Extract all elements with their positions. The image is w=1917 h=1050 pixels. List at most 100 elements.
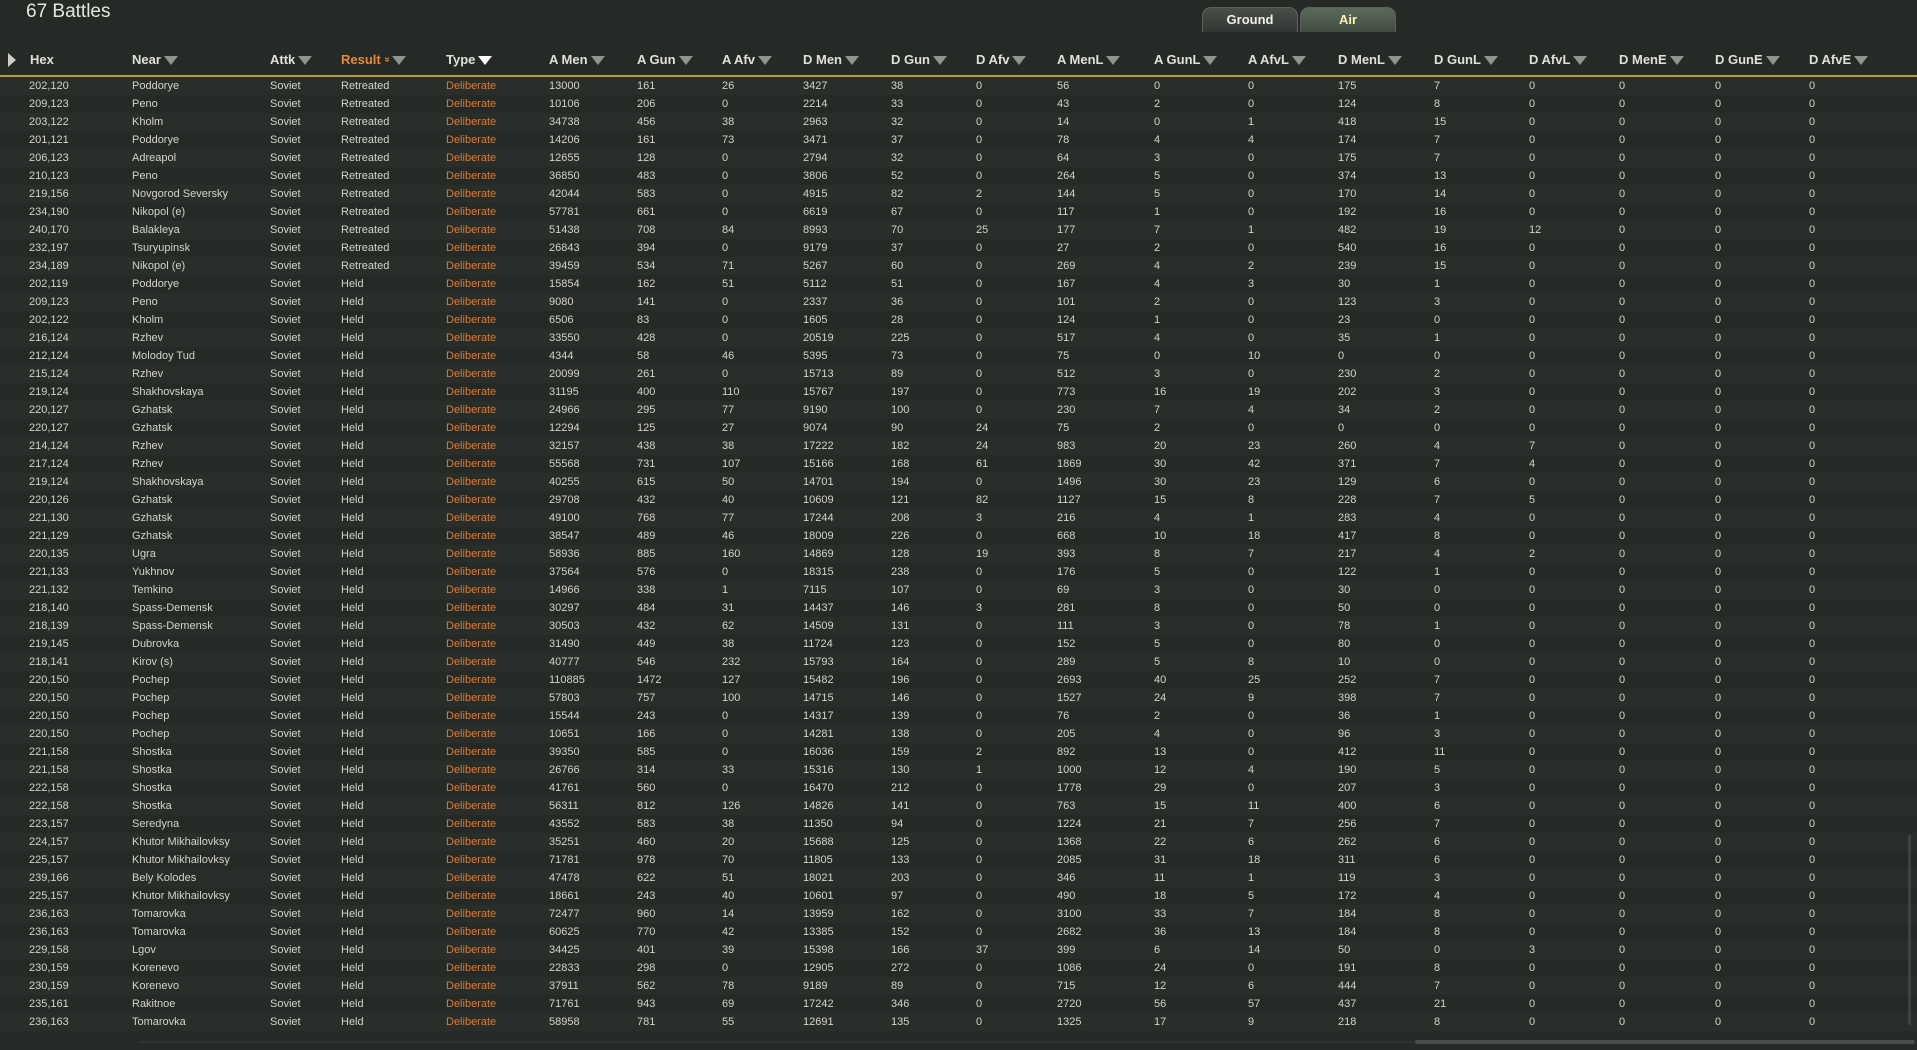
filter-icon[interactable] (1483, 56, 1498, 65)
table-row[interactable]: 222,158 Shostka Soviet Held Deliberate 56311 8… (0, 797, 1917, 815)
column-header-aafvl[interactable]: A AfvL (1248, 52, 1306, 67)
table-row[interactable]: 221,133 Yukhnov Soviet Held Deliberate 37564 5… (0, 563, 1917, 581)
table-row[interactable]: 219,124 Shakhovskaya Soviet Held Deliberate 3… (0, 383, 1917, 401)
column-header-type[interactable]: Type (446, 52, 493, 67)
column-header-dafvl[interactable]: D AfvL (1529, 52, 1588, 67)
table-row[interactable]: 220,127 Gzhatsk Soviet Held Deliberate 12294 1… (0, 419, 1917, 437)
table-row[interactable]: 221,158 Shostka Soviet Held Deliberate 26766 3… (0, 761, 1917, 779)
tab-ground[interactable]: Ground (1202, 7, 1298, 32)
table-row[interactable]: 216,124 Rzhev Soviet Held Deliberate 33550 428… (0, 329, 1917, 347)
column-header-dmene[interactable]: D MenE (1619, 52, 1684, 67)
table-row[interactable]: 220,150 Pochep Soviet Held Deliberate 110885 1… (0, 671, 1917, 689)
table-row[interactable]: 214,124 Rzhev Soviet Held Deliberate 32157 438… (0, 437, 1917, 455)
table-row[interactable]: 209,123 Peno Soviet Retreated Deliberate 1010… (0, 95, 1917, 113)
column-header-hex[interactable]: Hex (30, 52, 54, 67)
filter-icon[interactable] (1106, 56, 1121, 65)
filter-icon[interactable] (1387, 56, 1402, 65)
column-header-agun[interactable]: A Gun (637, 52, 693, 67)
table-row[interactable]: 235,161 Rakitnoe Soviet Held Deliberate 71761… (0, 995, 1917, 1013)
column-header-dgunl[interactable]: D GunL (1434, 52, 1498, 67)
table-row[interactable]: 221,129 Gzhatsk Soviet Held Deliberate 38547 4… (0, 527, 1917, 545)
filter-icon[interactable] (678, 56, 693, 65)
table-row[interactable]: 219,145 Dubrovka Soviet Held Deliberate 31490… (0, 635, 1917, 653)
column-header-dmen[interactable]: D Men (803, 52, 859, 67)
table-row[interactable]: 218,140 Spass-Demensk Soviet Held Deliberate… (0, 599, 1917, 617)
column-header-dmenl[interactable]: D MenL (1338, 52, 1402, 67)
table-row[interactable]: 220,127 Gzhatsk Soviet Held Deliberate 24966 2… (0, 401, 1917, 419)
table-row[interactable]: 240,170 Balakleya Soviet Retreated Deliberat… (0, 221, 1917, 239)
filter-icon[interactable] (1203, 56, 1218, 65)
tab-air[interactable]: Air (1300, 7, 1396, 32)
table-row[interactable]: 221,132 Temkino Soviet Held Deliberate 14966 3… (0, 581, 1917, 599)
table-row[interactable]: 221,130 Gzhatsk Soviet Held Deliberate 49100 7… (0, 509, 1917, 527)
table-row[interactable]: 239,166 Bely Kolodes Soviet Held Deliberate 4… (0, 869, 1917, 887)
table-row[interactable]: 220,150 Pochep Soviet Held Deliberate 10651 16… (0, 725, 1917, 743)
table-row[interactable]: 230,159 Korenevo Soviet Held Deliberate 37911… (0, 977, 1917, 995)
filter-icon[interactable] (757, 56, 772, 65)
table-row[interactable]: 221,158 Shostka Soviet Held Deliberate 39350 5… (0, 743, 1917, 761)
column-header-amen[interactable]: A Men (549, 52, 605, 67)
table-row[interactable]: 225,157 Khutor Mikhailovksy Soviet Held Deli… (0, 851, 1917, 869)
horizontal-scrollbar-thumb[interactable] (1415, 1040, 1915, 1044)
filter-icon[interactable] (392, 56, 407, 65)
table-row[interactable]: 230,159 Korenevo Soviet Held Deliberate 22833… (0, 959, 1917, 977)
table-row[interactable]: 236,163 Tomarovka Soviet Held Deliberate 7247… (0, 905, 1917, 923)
cell-agunl: 16 (1154, 386, 1167, 398)
column-header-dgune[interactable]: D GunE (1715, 52, 1780, 67)
table-row[interactable]: 234,189 Nikopol (e) Soviet Retreated Deliber… (0, 257, 1917, 275)
filter-icon[interactable] (1669, 56, 1684, 65)
table-row[interactable]: 222,158 Shostka Soviet Held Deliberate 41761 5… (0, 779, 1917, 797)
column-header-amenl[interactable]: A MenL (1057, 52, 1121, 67)
filter-icon[interactable] (1765, 56, 1780, 65)
column-header-result[interactable]: Result» (341, 52, 407, 67)
filter-icon[interactable] (845, 56, 859, 65)
table-row[interactable]: 220,126 Gzhatsk Soviet Held Deliberate 29708 4… (0, 491, 1917, 509)
table-row[interactable]: 220,150 Pochep Soviet Held Deliberate 57803 75… (0, 689, 1917, 707)
table-row[interactable]: 225,157 Khutor Mikhailovksy Soviet Held Deli… (0, 887, 1917, 905)
column-header-dgun[interactable]: D Gun (891, 52, 947, 67)
filter-icon[interactable] (1012, 56, 1027, 65)
table-row[interactable]: 201,121 Poddorye Soviet Retreated Deliberate… (0, 131, 1917, 149)
table-row[interactable]: 223,157 Seredyna Soviet Held Deliberate 43552… (0, 815, 1917, 833)
table-row[interactable]: 220,150 Pochep Soviet Held Deliberate 15544 24… (0, 707, 1917, 725)
table-row[interactable]: 202,119 Poddorye Soviet Held Deliberate 15854… (0, 275, 1917, 293)
table-row[interactable]: 218,139 Spass-Demensk Soviet Held Deliberate… (0, 617, 1917, 635)
filter-icon[interactable] (590, 56, 605, 65)
table-row[interactable]: 229,158 Lgov Soviet Held Deliberate 34425 401 3… (0, 941, 1917, 959)
table-row[interactable]: 219,124 Shakhovskaya Soviet Held Deliberate 4… (0, 473, 1917, 491)
sort-desc-icon[interactable]: » (381, 57, 392, 63)
column-header-dafv[interactable]: D Afv (976, 52, 1027, 67)
table-row[interactable]: 236,163 Tomarovka Soviet Held Deliberate 6062… (0, 923, 1917, 941)
column-header-attk[interactable]: Attk (270, 52, 313, 67)
table-row[interactable]: 224,157 Khutor Mikhailovksy Soviet Held Deli… (0, 833, 1917, 851)
table-row[interactable]: 219,156 Novgorod Seversky Soviet Retreated D… (0, 185, 1917, 203)
column-header-aafv[interactable]: A Afv (722, 52, 772, 67)
table-row[interactable]: 203,122 Kholm Soviet Retreated Deliberate 347… (0, 113, 1917, 131)
filter-icon[interactable] (298, 56, 313, 65)
filter-icon[interactable] (1291, 56, 1306, 65)
table-row[interactable]: 210,123 Peno Soviet Retreated Deliberate 3685… (0, 167, 1917, 185)
column-header-near[interactable]: Near (132, 52, 178, 67)
table-row[interactable]: 202,120 Poddorye Soviet Retreated Deliberate… (0, 77, 1917, 95)
table-row[interactable]: 234,190 Nikopol (e) Soviet Retreated Deliber… (0, 203, 1917, 221)
filter-icon[interactable] (1573, 56, 1588, 65)
filter-icon[interactable] (933, 56, 947, 65)
expand-triangle-icon[interactable] (8, 53, 16, 67)
column-header-agunl[interactable]: A GunL (1154, 52, 1218, 67)
table-row[interactable]: 215,124 Rzhev Soviet Held Deliberate 20099 261… (0, 365, 1917, 383)
table-row[interactable]: 206,123 Adreapol Soviet Retreated Deliberate… (0, 149, 1917, 167)
table-row[interactable]: 202,122 Kholm Soviet Held Deliberate 6506 83 0 1… (0, 311, 1917, 329)
table-row[interactable]: 218,141 Kirov (s) Soviet Held Deliberate 4077… (0, 653, 1917, 671)
filter-icon[interactable] (478, 56, 493, 65)
table-row[interactable]: 236,163 Tomarovka Soviet Held Deliberate 5895… (0, 1013, 1917, 1031)
column-header-dafve[interactable]: D AfvE (1809, 52, 1869, 67)
table-row[interactable]: 217,124 Rzhev Soviet Held Deliberate 55568 731… (0, 455, 1917, 473)
table-row[interactable]: 232,197 Tsuryupinsk Soviet Retreated Deliber… (0, 239, 1917, 257)
cell-dafve: 0 (1809, 926, 1816, 938)
table-row[interactable]: 212,124 Molodoy Tud Soviet Held Deliberate 43… (0, 347, 1917, 365)
filter-icon[interactable] (1854, 56, 1869, 65)
vertical-scrollbar-thumb[interactable] (1908, 835, 1911, 1025)
table-row[interactable]: 220,135 Ugra Soviet Held Deliberate 58936 885 1… (0, 545, 1917, 563)
filter-icon[interactable] (163, 56, 178, 65)
table-row[interactable]: 209,123 Peno Soviet Held Deliberate 9080 141 0 2… (0, 293, 1917, 311)
